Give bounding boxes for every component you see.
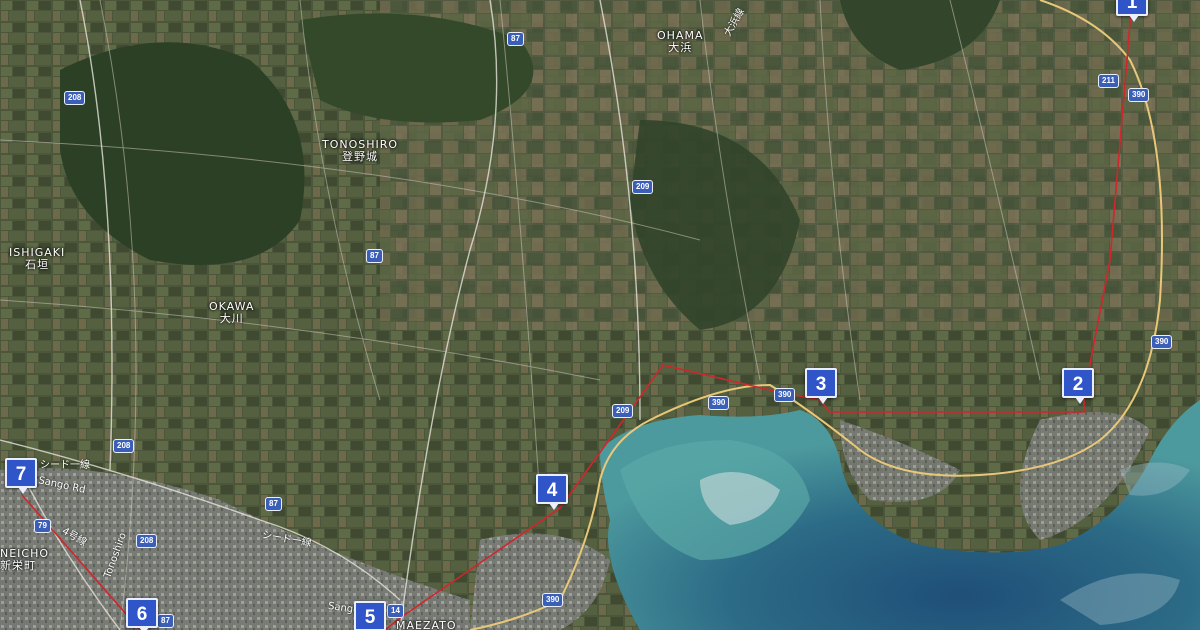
route-marker-2[interactable]: 2: [1062, 368, 1094, 404]
road-shield-87: 87: [265, 497, 282, 511]
place-tonoshiro: TONOSHIRO 登野城: [322, 138, 399, 163]
road-shield-79: 79: [34, 519, 51, 533]
map-imagery: [0, 0, 1200, 630]
route-marker-6[interactable]: 6: [126, 598, 158, 630]
place-maezato: MAEZATO: [396, 619, 457, 630]
road-shield-211: 211: [1098, 74, 1119, 88]
road-shield-209: 209: [612, 404, 634, 418]
road-shield-14: 14: [387, 604, 404, 618]
road-shield-390: 390: [774, 388, 796, 402]
road-shield-390: 390: [1151, 335, 1173, 349]
road-shield-87: 87: [507, 32, 524, 46]
road-shield-208: 208: [113, 439, 135, 453]
route-marker-3[interactable]: 3: [805, 368, 837, 404]
road-shield-208: 208: [64, 91, 86, 105]
route-marker-1[interactable]: 1: [1116, 0, 1148, 22]
road-shield-87: 87: [157, 614, 174, 628]
road-shield-390: 390: [1128, 88, 1150, 102]
road-shield-390: 390: [542, 593, 564, 607]
road-label-seed-line: シード一線: [40, 460, 90, 471]
road-shield-209: 209: [632, 180, 654, 194]
place-shineicho: NEICHO 新栄町: [0, 547, 50, 572]
route-marker-7[interactable]: 7: [5, 458, 37, 494]
route-marker-5[interactable]: 5: [354, 601, 386, 630]
place-ishigaki: ISHIGAKI 石垣: [9, 246, 66, 271]
road-shield-390: 390: [708, 396, 730, 410]
place-okawa: OKAWA 大川: [209, 300, 255, 325]
satellite-map[interactable]: OHAMA 大浜 TONOSHIRO 登野城 ISHIGAKI 石垣 OKAWA 大川 …: [0, 0, 1200, 630]
road-shield-208: 208: [136, 534, 158, 548]
route-marker-4[interactable]: 4: [536, 474, 568, 510]
road-shield-87: 87: [366, 249, 383, 263]
place-ohama: OHAMA 大浜: [657, 29, 704, 54]
